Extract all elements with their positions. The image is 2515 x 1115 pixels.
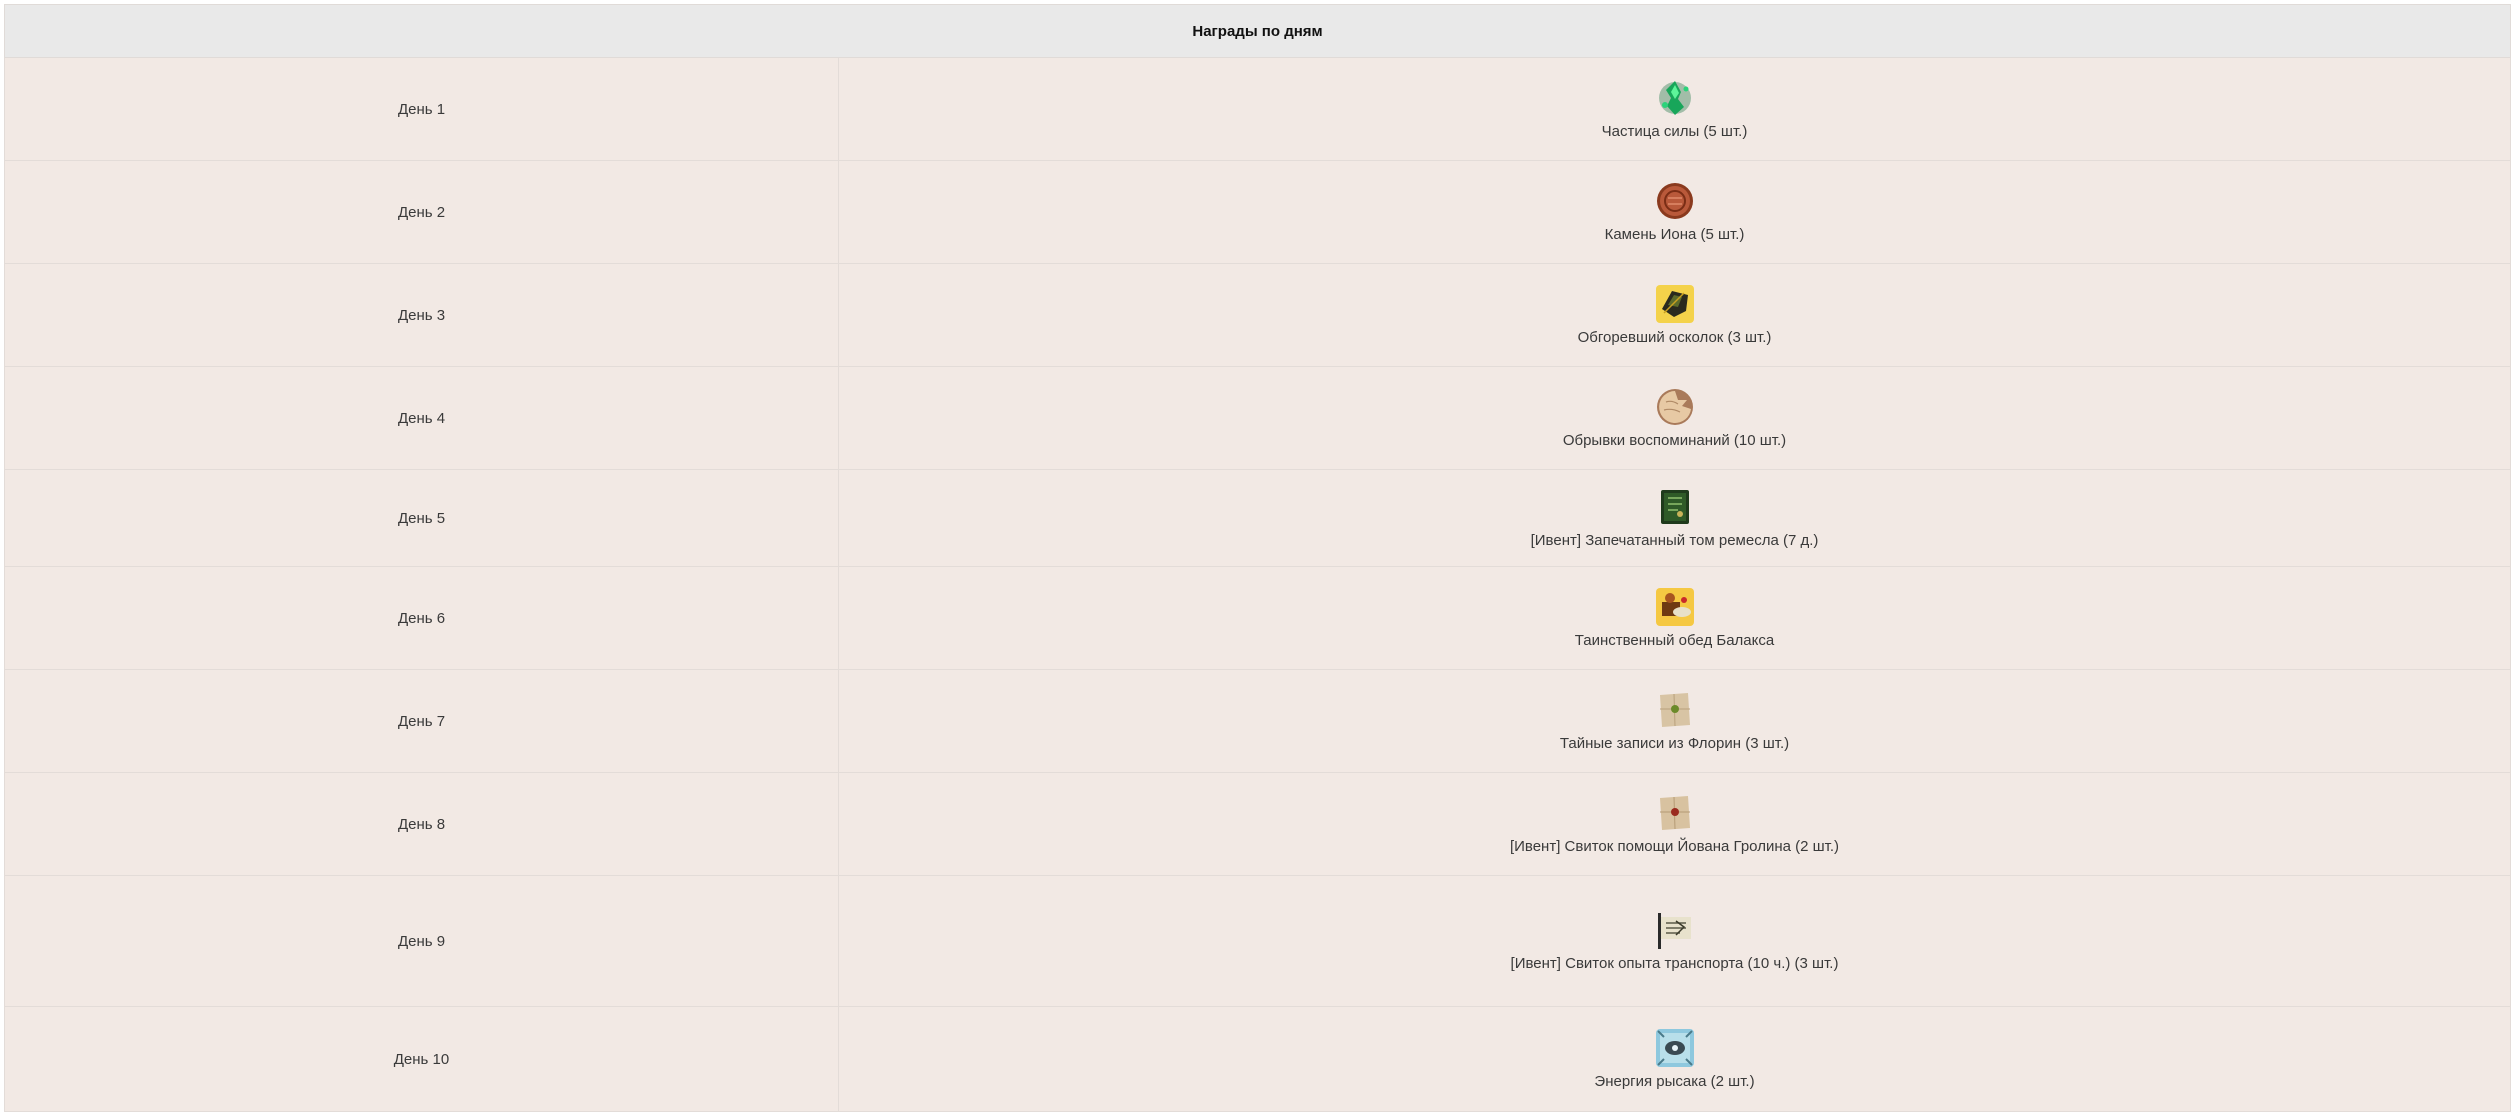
day-label: День 1 [397,100,446,118]
reward-name[interactable]: Таинственный обед Балакса [1575,632,1774,650]
reward-name[interactable]: [Ивент] Свиток опыта транспорта (10 ч.) … [1511,955,1839,973]
green-crystal-icon[interactable] [1654,77,1696,119]
day-cell: День 5 [4,469,839,567]
reward-name[interactable]: [Ивент] Запечатанный том ремесла (7 д.) [1531,532,1819,550]
reward-cell: Обгоревший осколок (3 шт.) [838,263,2511,367]
day-label: День 8 [397,815,446,833]
day-cell: День 10 [4,1006,839,1112]
reward-cell: Таинственный обед Балакса [838,566,2511,670]
day-cell: День 2 [4,160,839,264]
copper-coin-icon[interactable] [1654,180,1696,222]
table-row: День 4 Обрывки воспоминаний (10 шт.) [4,366,2511,470]
table-row: День 9 [Ивент] Свиток опыта транспорта (… [4,875,2511,1007]
reward-cell: Энергия рысака (2 шт.) [838,1006,2511,1112]
day-label: День 6 [397,609,446,627]
reward-name[interactable]: Обгоревший осколок (3 шт.) [1578,329,1772,347]
day-cell: День 1 [4,57,839,161]
reward-name[interactable]: [Ивент] Свиток помощи Йована Гролина (2 … [1510,838,1839,856]
table-row: День 5 [Ивент] Запечатанный том ремесла … [4,469,2511,567]
burnt-shard-icon[interactable] [1654,283,1696,325]
reward-cell: [Ивент] Свиток помощи Йована Гролина (2 … [838,772,2511,876]
day-label: День 4 [397,409,446,427]
day-label: День 10 [393,1050,450,1068]
secret-notes-icon[interactable] [1654,689,1696,731]
day-cell: День 8 [4,772,839,876]
reward-cell: [Ивент] Свиток опыта транспорта (10 ч.) … [838,875,2511,1007]
reward-name[interactable]: Энергия рысака (2 шт.) [1594,1073,1754,1091]
table-header: Награды по дням [4,4,2511,58]
day-label: День 9 [397,932,446,950]
reward-cell: Обрывки воспоминаний (10 шт.) [838,366,2511,470]
reward-name[interactable]: Обрывки воспоминаний (10 шт.) [1563,432,1786,450]
reward-cell: Частица силы (5 шт.) [838,57,2511,161]
day-cell: День 7 [4,669,839,773]
rewards-table: Награды по дням День 1 Частица силы (5 ш… [4,4,2511,1112]
table-row: День 3 Обгоревший осколок (3 шт.) [4,263,2511,367]
rewards-table-container: Награды по дням День 1 Частица силы (5 ш… [4,4,2511,1112]
table-header-row: Награды по дням [4,4,2511,58]
day-cell: День 9 [4,875,839,1007]
table-row: День 6 Таинственный обед Балакса [4,566,2511,670]
day-label: День 3 [397,306,446,324]
day-label: День 5 [397,509,446,527]
reward-name[interactable]: Частица силы (5 шт.) [1602,123,1748,141]
mystery-lunch-icon[interactable] [1654,586,1696,628]
day-cell: День 6 [4,566,839,670]
table-row: День 2 Камень Иона (5 шт.) [4,160,2511,264]
table-row: День 1 Частица силы (5 шт.) [4,57,2511,161]
day-label: День 7 [397,712,446,730]
sealed-tome-icon[interactable] [1654,486,1696,528]
reward-cell: [Ивент] Запечатанный том ремесла (7 д.) [838,469,2511,567]
table-row: День 7 Тайные записи из Флорин (3 шт.) [4,669,2511,773]
steed-energy-icon[interactable] [1654,1027,1696,1069]
reward-name[interactable]: Тайные записи из Флорин (3 шт.) [1560,735,1789,753]
table-row: День 10 Энергия рысака (2 шт.) [4,1006,2511,1112]
reward-cell: Тайные записи из Флорин (3 шт.) [838,669,2511,773]
day-cell: День 3 [4,263,839,367]
torn-memory-icon[interactable] [1654,386,1696,428]
table-row: День 8 [Ивент] Свиток помощи Йована Грол… [4,772,2511,876]
help-scroll-icon[interactable] [1654,792,1696,834]
reward-name[interactable]: Камень Иона (5 шт.) [1605,226,1745,244]
day-cell: День 4 [4,366,839,470]
day-label: День 2 [397,203,446,221]
reward-cell: Камень Иона (5 шт.) [838,160,2511,264]
transport-scroll-icon[interactable] [1654,909,1696,951]
